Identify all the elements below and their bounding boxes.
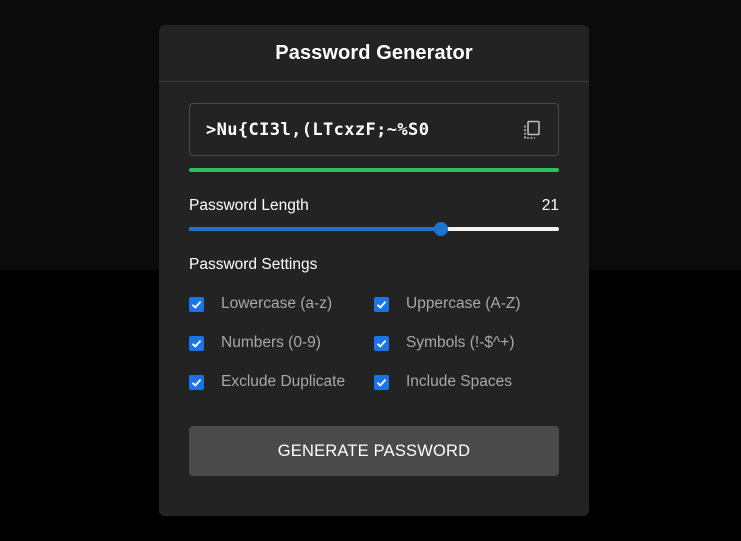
length-value: 21 bbox=[541, 197, 559, 214]
password-value[interactable]: >Nu{CI3l,(LTcxzF;~%S0 bbox=[206, 120, 522, 140]
option-label: Include Spaces bbox=[406, 373, 512, 390]
option-numbers[interactable]: Numbers (0-9) bbox=[189, 330, 374, 356]
slider-fill bbox=[189, 227, 441, 231]
copy-icon[interactable] bbox=[522, 119, 542, 141]
checkbox-symbols[interactable] bbox=[374, 335, 389, 351]
slider-thumb[interactable] bbox=[433, 222, 448, 236]
settings-options: Lowercase (a-z) Uppercase (A-Z) Numbers … bbox=[189, 291, 559, 408]
page-background: Password Generator >Nu{CI3l,(LTcxzF;~%S0… bbox=[0, 0, 741, 541]
options-row: Lowercase (a-z) Uppercase (A-Z) bbox=[189, 291, 559, 330]
checkbox-include-spaces[interactable] bbox=[374, 374, 389, 390]
option-label: Symbols (!-$^+) bbox=[406, 334, 515, 351]
option-label: Numbers (0-9) bbox=[221, 334, 321, 351]
password-strength-bar bbox=[189, 168, 559, 172]
length-row: Password Length 21 bbox=[189, 197, 559, 215]
option-label: Uppercase (A-Z) bbox=[406, 295, 521, 312]
option-label: Exclude Duplicate bbox=[221, 373, 346, 390]
checkbox-uppercase[interactable] bbox=[374, 296, 389, 312]
password-generator-card: Password Generator >Nu{CI3l,(LTcxzF;~%S0… bbox=[159, 25, 589, 516]
option-include-spaces[interactable]: Include Spaces bbox=[374, 369, 559, 395]
options-row: Exclude Duplicate Include Spaces bbox=[189, 369, 559, 408]
option-lowercase[interactable]: Lowercase (a-z) bbox=[189, 291, 374, 317]
checkbox-exclude-duplicate[interactable] bbox=[189, 374, 204, 390]
option-symbols[interactable]: Symbols (!-$^+) bbox=[374, 330, 559, 356]
checkbox-numbers[interactable] bbox=[189, 335, 204, 351]
length-slider[interactable] bbox=[189, 221, 559, 237]
options-row: Numbers (0-9) Symbols (!-$^+) bbox=[189, 330, 559, 369]
password-display: >Nu{CI3l,(LTcxzF;~%S0 bbox=[189, 103, 559, 156]
length-label: Password Length bbox=[189, 197, 309, 214]
option-label: Lowercase (a-z) bbox=[221, 295, 333, 312]
option-exclude-duplicate[interactable]: Exclude Duplicate bbox=[189, 369, 374, 395]
card-header: Password Generator bbox=[159, 25, 589, 82]
option-uppercase[interactable]: Uppercase (A-Z) bbox=[374, 291, 559, 317]
page-title: Password Generator bbox=[275, 41, 473, 64]
checkbox-lowercase[interactable] bbox=[189, 296, 204, 312]
settings-title: Password Settings bbox=[189, 256, 318, 273]
generate-password-button[interactable]: GENERATE PASSWORD bbox=[189, 426, 559, 476]
